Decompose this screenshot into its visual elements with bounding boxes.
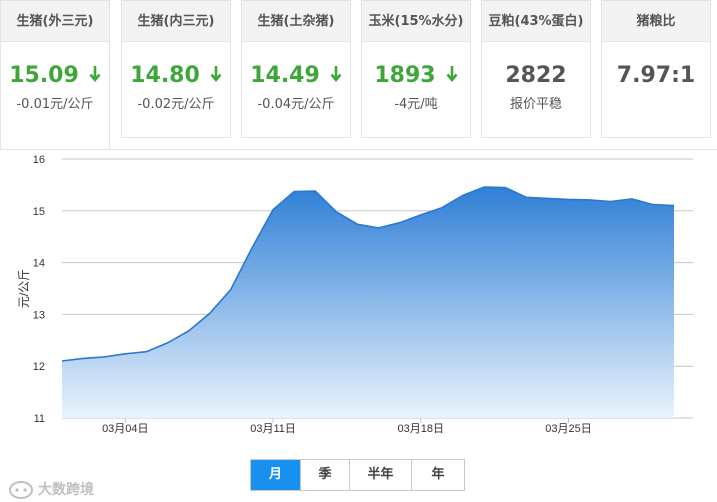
card-value-row: 15.09	[1, 63, 109, 89]
card-change: 报价平稳	[509, 97, 562, 112]
x-tick-label: 03月25日	[545, 423, 591, 435]
y-axis-label: 元/公斤	[17, 269, 31, 308]
arrow-down-icon	[330, 66, 342, 83]
card-title: 生猪(内三元)	[122, 1, 230, 42]
card-title: 生猪(外三元)	[1, 1, 109, 42]
card-corn[interactable]: 玉米(15%水分) 1893 -4元/吨	[361, 0, 471, 138]
y-tick-label: 15	[33, 206, 45, 218]
card-change: -4元/吨	[394, 97, 438, 112]
price-chart-frame: 11 12 13 14 15 16 03月04日 03月11日 03月18日 03月25日 元/公斤	[0, 149, 717, 502]
watermark-text: 大数跨境	[38, 482, 94, 498]
card-price: 1893	[374, 63, 436, 88]
card-change: -0.01元/公斤	[16, 97, 94, 112]
card-soymeal[interactable]: 豆粕(43%蛋白) 2822 报价平稳	[481, 0, 591, 138]
arrow-down-icon	[89, 66, 101, 83]
card-value-row: 2822	[482, 63, 590, 89]
card-value-row: 7.97:1	[602, 63, 710, 89]
x-tick-label: 03月11日	[250, 423, 296, 435]
card-pig-tuzazhu[interactable]: 生猪(土杂猪) 14.49 -0.04元/公斤	[241, 0, 351, 138]
page: 生猪(外三元) 15.09 -0.01元/公斤 生猪(内三元) 14.80 -0…	[0, 0, 717, 502]
arrow-down-icon	[446, 66, 458, 83]
card-title: 生猪(土杂猪)	[242, 1, 350, 42]
card-price: 2822	[505, 63, 567, 88]
price-area	[62, 187, 675, 418]
price-chart: 11 12 13 14 15 16 03月04日 03月11日 03月18日 03月25日 元/公斤	[17, 154, 693, 435]
card-title: 玉米(15%水分)	[362, 1, 470, 42]
card-title: 豆粕(43%蛋白)	[482, 1, 590, 42]
arrow-down-icon	[210, 66, 222, 83]
tab-quarter[interactable]: 季	[300, 460, 349, 490]
y-tick-label: 13	[33, 309, 45, 321]
card-price: 14.49	[250, 63, 320, 88]
card-value-row: 1893	[362, 63, 470, 89]
card-price: 15.09	[9, 63, 79, 88]
card-change: -0.04元/公斤	[257, 97, 335, 112]
card-price: 7.97:1	[616, 63, 696, 88]
tab-half-year[interactable]: 半年	[349, 460, 411, 490]
card-value-row: 14.80	[122, 63, 230, 89]
card-pig-waisanyuan[interactable]: 生猪(外三元) 15.09 -0.01元/公斤	[0, 0, 110, 150]
tab-year[interactable]: 年	[411, 460, 464, 490]
x-tick-label: 03月04日	[102, 423, 148, 435]
tab-month[interactable]: 月	[251, 460, 300, 490]
card-value-row: 14.49	[242, 63, 350, 89]
x-tick-label: 03月18日	[398, 423, 444, 435]
y-tick-label: 14	[33, 258, 45, 270]
watermark: 大数跨境	[8, 478, 94, 500]
price-cards: 生猪(外三元) 15.09 -0.01元/公斤 生猪(内三元) 14.80 -0…	[0, 0, 717, 150]
range-tabs: 月 季 半年 年	[250, 459, 465, 491]
card-pig-neisanyuan[interactable]: 生猪(内三元) 14.80 -0.02元/公斤	[121, 0, 231, 138]
card-title: 猪粮比	[602, 1, 710, 42]
y-tick-label: 16	[33, 154, 45, 166]
card-change: -0.02元/公斤	[137, 97, 215, 112]
card-pig-grain-ratio[interactable]: 猪粮比 7.97:1	[601, 0, 711, 138]
y-tick-label: 12	[33, 361, 45, 373]
brand-logo-icon	[9, 481, 33, 499]
y-tick-label: 11	[34, 413, 45, 425]
card-price: 14.80	[130, 63, 200, 88]
